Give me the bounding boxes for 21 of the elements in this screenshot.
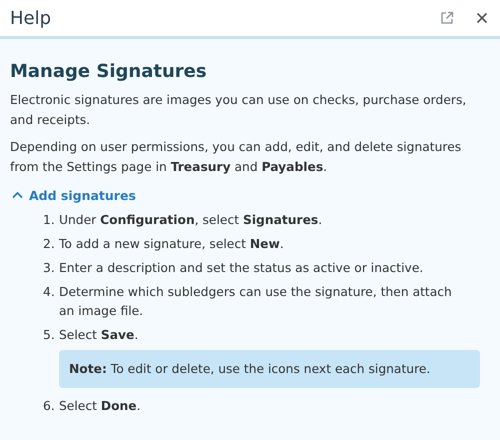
section-toggle[interactable]: Add signatures <box>12 188 136 202</box>
window-title: Help <box>10 8 52 28</box>
article-title: Manage Signatures <box>10 61 208 82</box>
paragraph: Electronic signatures are images you can use on checks, purchase orders, and receipts. <box>10 92 468 129</box>
step-text: Select Save. <box>59 326 140 344</box>
step-text: Determine which subledgers can use the signature, then attach an image file. <box>59 284 453 320</box>
paragraph: Depending on user permissions, you can add, edit, and delete signatures from the Settings page in Treasury and Payables. <box>10 139 462 176</box>
step-number: 4. <box>43 284 56 300</box>
step-number: 5. <box>43 326 56 344</box>
step-text: Enter a description and set the status as active or inactive. <box>59 260 424 276</box>
caret-icon <box>12 191 23 199</box>
step-text: To add a new signature, select New. <box>59 236 285 252</box>
step-text: Under Configuration, select Signatures. <box>59 212 324 229</box>
step-number: 6. <box>43 398 56 414</box>
step-number: 3. <box>43 260 56 276</box>
open-external-icon[interactable] <box>440 11 454 25</box>
step-number: 2. <box>43 236 56 252</box>
step-text: Select Done. <box>59 398 142 414</box>
step-number: 1. <box>43 212 56 228</box>
close-icon[interactable] <box>476 12 488 24</box>
note-callout: Note: To edit or delete, use the icons next each signature. <box>59 350 480 388</box>
